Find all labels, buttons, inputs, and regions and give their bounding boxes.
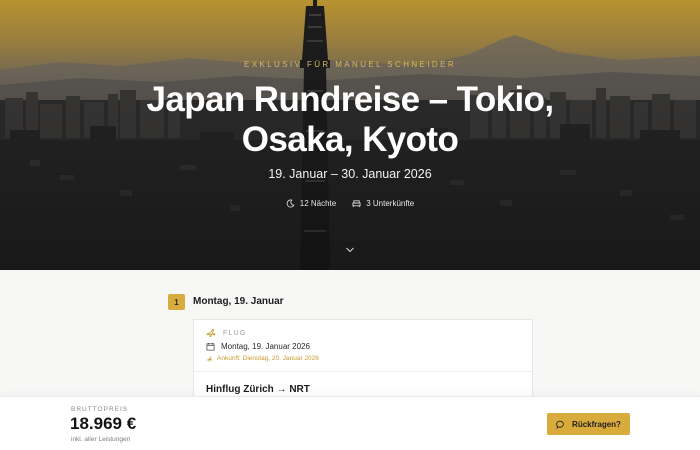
card-route-title: Hinflug Zürich → NRT (206, 384, 310, 395)
accommodations-info: 3 Unterkünfte (352, 199, 414, 208)
page-title: Japan Rundreise – Tokio, Osaka, Kyoto (146, 80, 554, 159)
card-category-label: FLUG (223, 329, 247, 337)
trip-meta: 12 Nächte 3 Unterkünfte (0, 199, 700, 208)
bed-icon (352, 200, 361, 208)
nights-label: 12 Nächte (299, 199, 337, 208)
card-date-label: Montag, 19. Januar 2026 (221, 342, 310, 351)
nights-info: 12 Nächte (286, 199, 336, 208)
calendar-icon (206, 342, 215, 351)
chat-icon (556, 420, 564, 429)
price-label: BRUTTOPREIS (71, 406, 129, 413)
price-value: 18.969 € (70, 414, 137, 433)
plane-icon (206, 328, 216, 338)
chevron-down-icon[interactable] (345, 246, 355, 254)
questions-button[interactable]: Rückfragen? (547, 413, 630, 435)
day-number-badge: 1 (168, 294, 185, 310)
accommodations-label: 3 Unterkünfte (366, 199, 415, 208)
card-category: FLUG (206, 328, 246, 338)
arrival-plane-icon (206, 356, 213, 362)
card-divider (194, 371, 532, 372)
moon-icon (286, 199, 295, 208)
card-arrival: Ankunft: Dienstag, 20. Januar 2026 (206, 355, 319, 362)
price-note: inkl. aller Leistungen (71, 436, 131, 443)
exclusive-label: EXKLUSIV FÜR MANUEL SCHNEIDER (244, 60, 456, 69)
price-bar: BRUTTOPREIS 18.969 € inkl. aller Leistun… (0, 396, 700, 450)
card-date: Montag, 19. Januar 2026 (206, 342, 310, 351)
day-title: Montag, 19. Januar (193, 296, 284, 307)
trip-dates: 19. Januar – 30. Januar 2026 (268, 167, 432, 181)
hero-banner: EXKLUSIV FÜR MANUEL SCHNEIDER Japan Rund… (0, 0, 700, 270)
questions-button-label: Rückfragen? (572, 419, 621, 429)
card-arrival-label: Ankunft: Dienstag, 20. Januar 2026 (217, 355, 319, 362)
